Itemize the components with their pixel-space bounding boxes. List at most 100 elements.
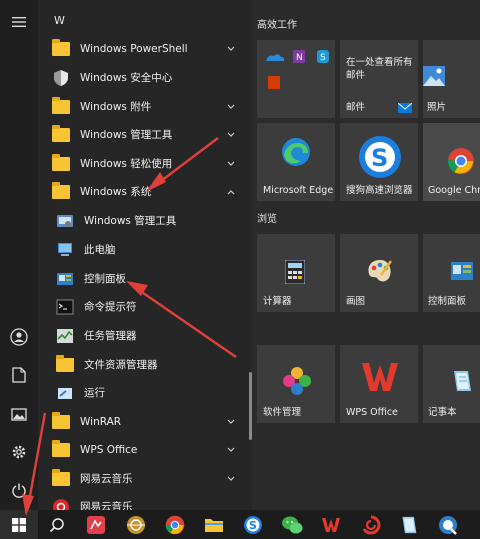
control-panel-icon — [56, 270, 74, 288]
tile-calculator[interactable]: 计算器 — [257, 234, 335, 312]
tile-label: Microsoft Edge — [263, 185, 334, 196]
app-windows-security[interactable]: Windows 安全中心 — [46, 63, 246, 92]
tile-label: 邮件 — [346, 102, 366, 113]
app-label: Windows 附件 — [80, 101, 152, 113]
tile-photos[interactable]: 照片 — [423, 40, 480, 118]
tile-label: 搜狗高速浏览器 — [346, 185, 413, 196]
tile-control-panel[interactable]: 控制面板 — [423, 234, 480, 312]
taskbar-file-explorer-icon[interactable] — [203, 514, 225, 536]
app-label: 控制面板 — [84, 273, 126, 285]
app-label: 运行 — [84, 387, 105, 399]
app-this-pc[interactable]: 此电脑 — [46, 235, 246, 264]
taskbar-app-red-icon[interactable] — [85, 514, 107, 536]
folder-icon — [52, 153, 70, 173]
app-task-manager[interactable]: 任务管理器 — [46, 321, 246, 350]
app-windows-system[interactable]: Windows 系统 — [46, 177, 246, 206]
app-windows-admin-tools-sub[interactable]: Windows 管理工具 — [46, 206, 246, 235]
folder-icon — [52, 124, 70, 144]
tile-google-chrome[interactable]: Google Chro — [423, 123, 480, 201]
pictures-icon[interactable] — [9, 404, 29, 424]
app-windows-admin-tools[interactable]: Windows 管理工具 — [46, 120, 246, 149]
taskbar-search-icon[interactable] — [46, 514, 68, 536]
tile-office-apps[interactable]: N S — [257, 40, 335, 118]
power-icon[interactable] — [9, 480, 29, 500]
taskbar-app-globe-icon[interactable] — [125, 514, 147, 536]
app-label: 网易云音乐 — [80, 473, 133, 485]
taskbar-sogou-icon[interactable]: S — [242, 514, 264, 536]
app-windows-powershell[interactable]: Windows PowerShell — [46, 34, 246, 63]
tile-notepad[interactable]: 记事本 — [423, 345, 480, 423]
app-label: 任务管理器 — [84, 330, 137, 342]
paint-palette-icon — [368, 260, 392, 282]
taskbar-wechat-icon[interactable] — [281, 514, 303, 536]
app-label: Windows 安全中心 — [80, 72, 173, 84]
tile-label: 记事本 — [428, 407, 457, 418]
tile-software-manager[interactable]: 软件管理 — [257, 345, 335, 423]
group-title-browse[interactable]: 浏览 — [257, 210, 277, 225]
taskbar-chrome-icon[interactable] — [164, 514, 186, 536]
chrome-icon — [447, 148, 474, 174]
app-wps-office[interactable]: WPS Office — [46, 435, 246, 464]
control-panel-tile-icon — [451, 262, 473, 280]
chevron-down-icon — [227, 447, 235, 452]
software-manager-icon — [283, 367, 311, 395]
tiles-panel: 高效工作 N S 在一处查看所有邮件 邮件 照片 Microsoft Edge — [252, 0, 480, 510]
taskbar-wps-icon[interactable] — [320, 514, 342, 536]
folder-icon — [52, 181, 70, 201]
chevron-down-icon — [227, 46, 235, 51]
tile-paint[interactable]: 画图 — [340, 234, 418, 312]
folder-icon — [52, 411, 70, 431]
command-prompt-icon — [56, 298, 74, 316]
task-manager-icon — [56, 327, 74, 345]
app-label: 此电脑 — [84, 244, 116, 256]
app-label: WPS Office — [80, 443, 138, 456]
folder-icon — [52, 468, 70, 488]
tile-label: 照片 — [427, 102, 447, 113]
app-run[interactable]: 运行 — [46, 378, 246, 407]
svg-text:S: S — [371, 144, 388, 172]
shield-icon — [52, 69, 70, 87]
tile-wps-office[interactable]: WPS Office — [340, 345, 418, 423]
app-windows-accessories[interactable]: Windows 附件 — [46, 92, 246, 121]
windows-logo-icon — [12, 517, 26, 532]
app-control-panel[interactable]: 控制面板 — [46, 264, 246, 293]
tile-microsoft-edge[interactable]: Microsoft Edge — [257, 123, 335, 201]
wps-office-icon — [362, 363, 398, 391]
office-apps-icons: N S — [266, 50, 329, 89]
user-account-icon[interactable] — [9, 327, 29, 347]
app-file-explorer[interactable]: 文件资源管理器 — [46, 350, 246, 379]
group-title-productivity[interactable]: 高效工作 — [257, 16, 297, 31]
tile-label: 计算器 — [263, 296, 292, 307]
edge-icon — [282, 138, 310, 166]
taskbar-browser-icon[interactable] — [437, 514, 459, 536]
app-netease-music-folder[interactable]: 网易云音乐 — [46, 464, 246, 493]
settings-gear-icon[interactable] — [9, 442, 29, 462]
svg-text:S: S — [320, 53, 326, 63]
tile-label: 控制面板 — [428, 296, 467, 307]
tile-sogou-browser[interactable]: S 搜狗高速浏览器 — [340, 123, 418, 201]
mail-tile-text: 在一处查看所有邮件 — [346, 57, 413, 81]
folder-icon — [52, 96, 70, 116]
taskbar-notepad-icon[interactable] — [398, 514, 420, 536]
letter-header-w[interactable]: W — [54, 14, 65, 27]
chevron-up-icon — [227, 190, 235, 195]
app-list: W Windows PowerShell Windows 安全中心 Window… — [38, 0, 252, 510]
run-icon — [56, 384, 74, 402]
app-label: Windows 管理工具 — [80, 129, 173, 141]
documents-icon[interactable] — [9, 365, 29, 385]
start-button[interactable] — [0, 510, 38, 539]
app-netease-music[interactable]: 网易云音乐 — [46, 492, 246, 510]
tile-mail[interactable]: 在一处查看所有邮件 邮件 — [340, 40, 418, 118]
hamburger-menu-icon[interactable] — [9, 12, 29, 32]
app-windows-ease-of-access[interactable]: Windows 轻松使用 — [46, 149, 246, 178]
file-explorer-icon — [56, 354, 74, 374]
app-winrar[interactable]: WinRAR — [46, 407, 246, 436]
app-label: 命令提示符 — [84, 301, 137, 313]
app-command-prompt[interactable]: 命令提示符 — [46, 292, 246, 321]
taskbar-swirl-app-icon[interactable] — [360, 514, 382, 536]
app-label: 网易云音乐 — [80, 501, 133, 510]
start-left-rail — [0, 0, 38, 510]
tile-label: WPS Office — [346, 407, 398, 418]
tile-label: 软件管理 — [263, 407, 302, 418]
app-label: Windows 轻松使用 — [80, 158, 173, 170]
